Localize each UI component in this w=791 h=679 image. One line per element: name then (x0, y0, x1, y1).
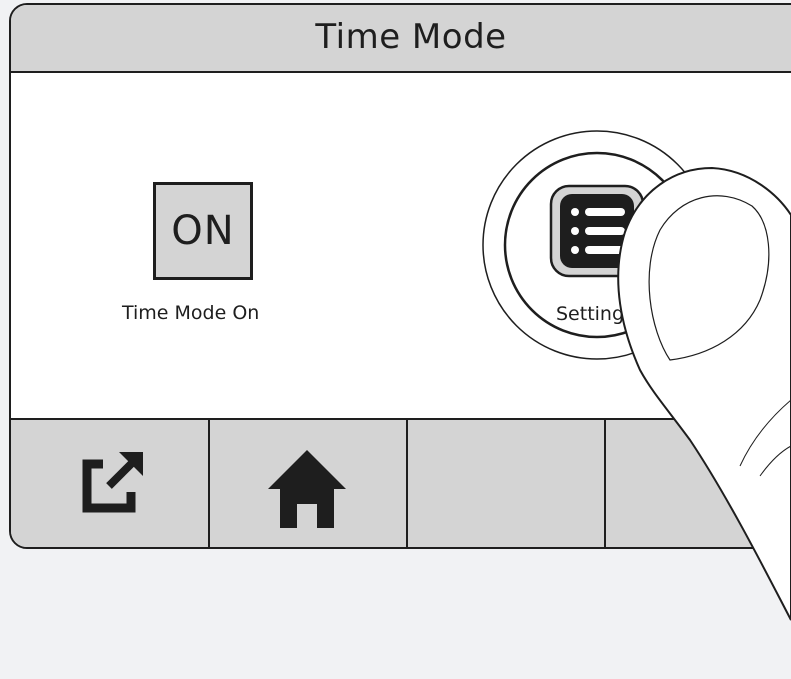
diagram-stage: Time Mode ON Time Mode On Settings (0, 0, 791, 679)
finger-illustration (617, 166, 791, 621)
